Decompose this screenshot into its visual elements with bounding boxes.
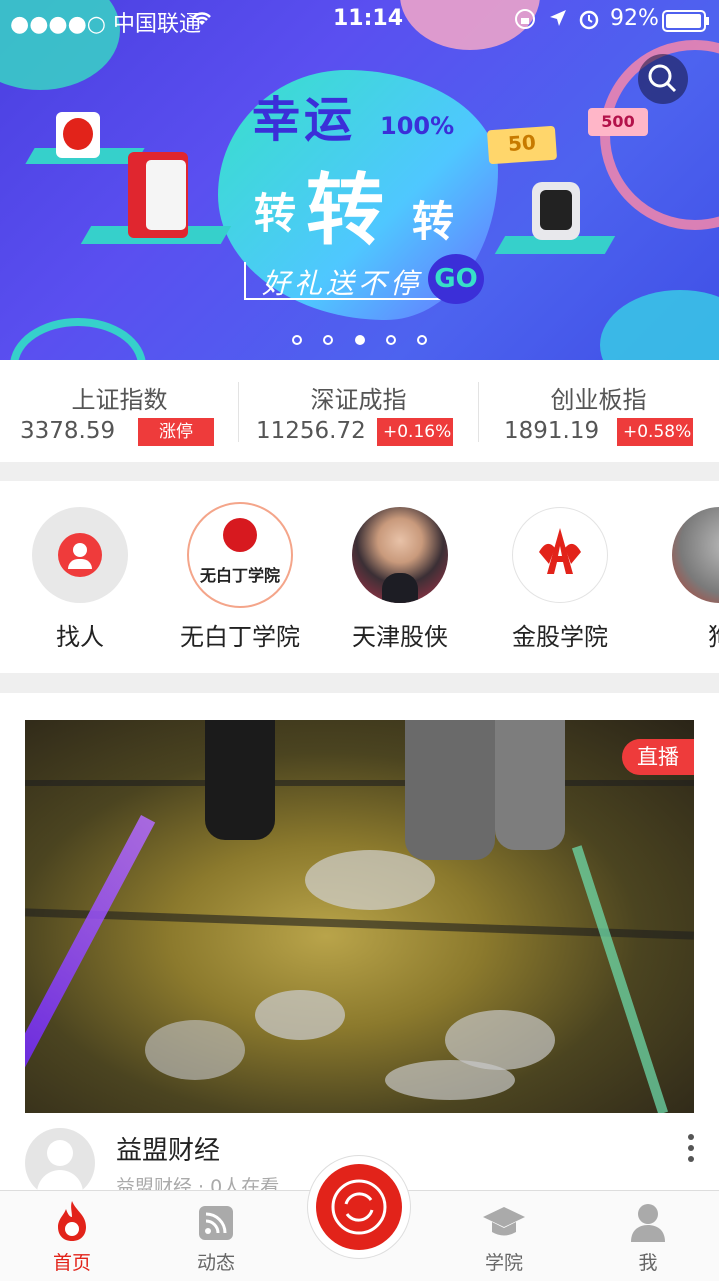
person-icon — [631, 1204, 665, 1242]
pager-dot[interactable] — [323, 335, 334, 345]
rotation-lock-icon — [514, 8, 536, 36]
status-bar: ●●●●○ 中国联通 11:14 92% — [0, 0, 719, 40]
decor-light — [571, 845, 669, 1113]
avatar[interactable] — [25, 1128, 95, 1198]
index-name: 上证指数 — [71, 386, 168, 414]
decor-leg — [495, 720, 565, 850]
tab-me[interactable]: 我 — [588, 1191, 708, 1281]
pager-dot[interactable] — [292, 335, 303, 345]
flame-icon — [58, 1201, 86, 1241]
carrier-text: ●●●●○ 中国联通 — [10, 12, 201, 37]
decor-leg — [205, 720, 275, 840]
coupon-500-icon: 500 — [588, 108, 648, 136]
clock-text: 11:14 — [333, 6, 404, 31]
banner-pager[interactable] — [0, 330, 719, 350]
tab-label: 学院 — [484, 1252, 523, 1274]
search-icon — [648, 64, 677, 93]
avatar — [672, 507, 719, 603]
battery-percent: 92% — [610, 6, 659, 31]
find-person-icon — [32, 507, 128, 603]
banner-spin-2: 转 — [306, 166, 385, 256]
index-sh[interactable]: 上证指数 3378.59 涨停 — [0, 360, 239, 462]
tab-feed[interactable]: 动态 — [156, 1191, 276, 1281]
watch-prize-icon — [532, 182, 580, 240]
decor-frame — [25, 780, 694, 786]
decor-leg — [405, 720, 495, 860]
index-value: 3378.59 — [20, 418, 116, 444]
banner-headline: 幸运 — [252, 92, 357, 148]
channel-jingu[interactable]: 金股学院 — [480, 507, 640, 652]
index-change-badge: 涨停 — [138, 418, 214, 446]
channel-row[interactable]: 找人 无白丁学院 无白丁学院 天津股侠 金股学院 狗 — [0, 481, 719, 673]
logo-text: 无白丁学院 — [199, 566, 280, 585]
decor-ingot — [385, 1060, 515, 1100]
battery-icon — [662, 10, 710, 38]
channel-find-person[interactable]: 找人 — [0, 507, 160, 652]
banner-percent: 100% — [380, 112, 455, 140]
tab-label: 动态 — [196, 1252, 235, 1274]
index-name: 创业板指 — [550, 386, 647, 414]
index-value: 11256.72 — [256, 418, 366, 444]
banner-spin-3: 转 — [412, 197, 455, 246]
index-sz[interactable]: 深证成指 11256.72 +0.16% — [239, 360, 478, 462]
channel-tianjin[interactable]: 天津股侠 — [320, 507, 480, 652]
center-action-button[interactable] — [316, 1164, 402, 1250]
wubaiding-logo: 无白丁学院 — [187, 502, 293, 608]
tab-home[interactable]: 首页 — [12, 1191, 132, 1281]
tab-label: 我 — [638, 1252, 658, 1274]
tab-label: 首页 — [52, 1252, 91, 1274]
jingu-logo — [512, 507, 608, 603]
pager-dot[interactable] — [385, 335, 396, 345]
promo-banner[interactable]: 幸运 100% 转 转 转 好礼送不停 GO 50 500 ●●●●○ 中国联通… — [0, 0, 719, 360]
index-name: 深证成指 — [310, 386, 407, 414]
mortarboard-icon — [483, 1207, 525, 1236]
banner-slogan: 好礼送不停 — [262, 267, 423, 300]
tab-academy[interactable]: 学院 — [444, 1191, 564, 1281]
phone-prize-icon — [128, 152, 188, 238]
decor-ingot — [255, 990, 345, 1040]
wifi-icon — [190, 8, 214, 33]
live-badge: 直播 — [622, 739, 694, 775]
index-change-badge: +0.58% — [617, 418, 693, 446]
coupon-50-icon: 50 — [486, 125, 558, 165]
go-button[interactable]: GO — [428, 254, 484, 304]
decor-light — [25, 814, 156, 1106]
channel-name: 金股学院 — [512, 623, 608, 651]
decor-ingot — [145, 1020, 245, 1080]
channel-name: 天津股侠 — [352, 623, 448, 651]
center-action-icon — [331, 1179, 387, 1235]
index-value: 1891.19 — [504, 418, 600, 444]
market-indices: 上证指数 3378.59 涨停 深证成指 11256.72 +0.16% 创业板… — [0, 360, 719, 462]
banner-spin-1: 转 — [254, 189, 297, 238]
index-cyb[interactable]: 创业板指 1891.19 +0.58% — [479, 360, 718, 462]
mascot-icon — [56, 112, 100, 158]
location-icon — [548, 8, 568, 34]
pager-dot-active[interactable] — [354, 335, 365, 345]
channel-wubaiding[interactable]: 无白丁学院 无白丁学院 — [160, 502, 320, 652]
channel-name: 无白丁学院 — [180, 623, 300, 651]
channel-title[interactable]: 益盟财经 — [116, 1130, 220, 1167]
feed-icon — [199, 1206, 233, 1240]
more-options-icon[interactable] — [688, 1134, 696, 1170]
channel-partial[interactable]: 狗 — [640, 507, 719, 652]
channel-name: 狗 — [640, 617, 719, 652]
index-change-badge: +0.16% — [377, 418, 453, 446]
pager-dot[interactable] — [416, 335, 427, 345]
search-button[interactable] — [638, 54, 688, 104]
alarm-icon — [578, 8, 600, 36]
channel-name: 找人 — [56, 623, 104, 651]
live-thumbnail[interactable] — [25, 720, 694, 1113]
decor-ingot — [305, 850, 435, 910]
avatar — [352, 507, 448, 603]
